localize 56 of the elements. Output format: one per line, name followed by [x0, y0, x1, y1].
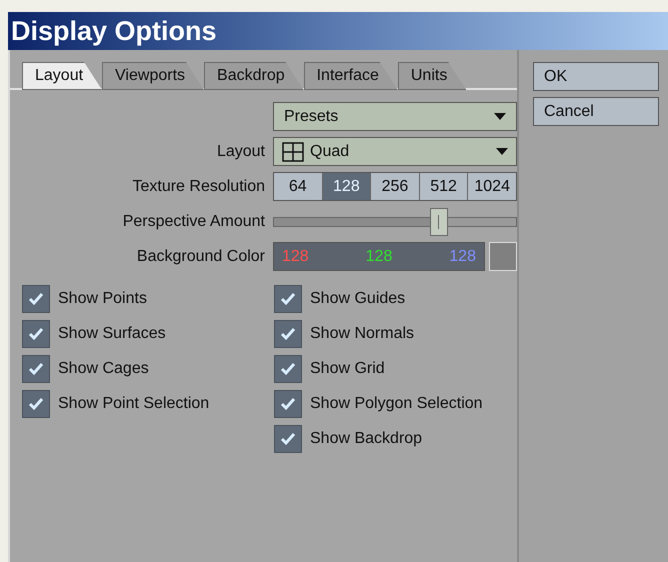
checkmark-icon [28, 327, 44, 341]
checkbox[interactable] [22, 390, 50, 418]
checkmark-icon [280, 327, 296, 341]
tab[interactable]: Interface [304, 62, 398, 90]
checkbox[interactable] [22, 320, 50, 348]
channel-value: 128 [282, 246, 309, 266]
checkbox[interactable] [274, 320, 302, 348]
resolution-option[interactable]: 64 [274, 173, 323, 200]
checkbox-label: Show Guides [310, 289, 406, 309]
layout-label: Layout [216, 142, 266, 162]
checkmark-icon [280, 432, 296, 446]
tab[interactable]: Backdrop [204, 62, 304, 90]
dialog-button[interactable]: Cancel [533, 97, 659, 126]
perspective-amount-label: Perspective Amount [122, 212, 266, 232]
layout-dropdown[interactable]: Quad [273, 137, 517, 166]
checkbox-label: Show Backdrop [310, 429, 422, 449]
background-color-label: Background Color [136, 246, 266, 266]
resolution-option[interactable]: 512 [420, 173, 468, 200]
channel-value: 128 [449, 246, 476, 266]
tab[interactable]: Layout [22, 62, 102, 90]
checkbox-label: Show Polygon Selection [310, 394, 483, 414]
color-swatch[interactable] [489, 242, 517, 271]
checkmark-icon [280, 362, 296, 376]
checkbox[interactable] [274, 355, 302, 383]
caret-icon [494, 113, 506, 120]
checkbox[interactable] [22, 285, 50, 313]
caret-icon [496, 148, 508, 155]
checkbox-label: Show Point Selection [58, 394, 210, 414]
checkmark-icon [28, 362, 44, 376]
resolution-option[interactable]: 1024 [468, 173, 516, 200]
checkmark-icon [280, 292, 296, 306]
checkbox[interactable] [274, 285, 302, 313]
resolution-option[interactable]: 128 [322, 173, 372, 200]
tab[interactable]: Viewports [102, 62, 204, 90]
slider-thumb[interactable] [430, 208, 448, 236]
checkbox[interactable] [274, 425, 302, 453]
dialog-button[interactable]: OK [533, 62, 659, 91]
resolution-option[interactable]: 256 [371, 173, 420, 200]
checkmark-icon [28, 397, 44, 411]
checkbox-label: Show Cages [58, 359, 149, 379]
channel-value: 128 [366, 246, 392, 266]
dropdown-value: Quad [310, 142, 350, 162]
texture-resolution-label: Texture Resolution [131, 176, 266, 196]
checkbox[interactable] [274, 390, 302, 418]
checkbox-label: Show Normals [310, 324, 414, 344]
checkmark-icon [280, 397, 296, 411]
checkbox-label: Show Points [58, 289, 147, 309]
quad-grid-icon [282, 142, 304, 162]
checkbox[interactable] [22, 355, 50, 383]
tab[interactable]: Units [398, 62, 466, 90]
checkbox-label: Show Surfaces [58, 324, 166, 344]
checkmark-icon [28, 292, 44, 306]
presets-dropdown[interactable]: Presets [273, 102, 517, 131]
dropdown-value: Presets [284, 106, 338, 126]
checkbox-label: Show Grid [310, 359, 385, 379]
window-title: Display Options [8, 12, 668, 50]
